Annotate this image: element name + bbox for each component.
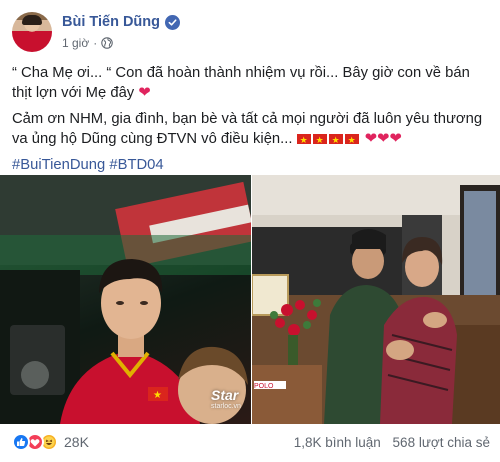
like-reaction-icon	[12, 433, 30, 451]
facebook-post: Bùi Tiến Dũng 1 giờ · “ Cha Mẹ ơi... “ C…	[0, 0, 500, 462]
name-row: Bùi Tiến Dũng	[62, 13, 181, 31]
post-footer: 28K 1,8K bình luận 568 lượt chia sẻ	[12, 429, 490, 455]
reaction-summary[interactable]: 28K	[12, 433, 89, 451]
post-text-line1: “ Cha Mẹ ơi... “ Con đã hoàn thành nhiệm…	[12, 65, 470, 101]
polo-banner-text: POLO	[254, 383, 274, 390]
meta-separator: ·	[93, 36, 98, 50]
watermark-subtext: starloc.vn	[211, 403, 241, 410]
heart-emoji-icon: ❤	[138, 84, 151, 101]
author-name[interactable]: Bùi Tiến Dũng	[62, 14, 160, 30]
post-text-line2: Cảm ơn NHM, gia đình, bạn bè và tất cả m…	[12, 111, 483, 147]
verified-badge-icon	[165, 14, 181, 30]
post-paragraph-1: “ Cha Mẹ ơi... “ Con đã hoàn thành nhiệm…	[12, 64, 490, 103]
flag-emoji-icon	[328, 131, 343, 150]
post-body: “ Cha Mẹ ơi... “ Con đã hoàn thành nhiệm…	[12, 64, 490, 176]
flag-emoji-icon	[296, 131, 311, 150]
post-timestamp[interactable]: 1 giờ	[62, 36, 89, 50]
svg-text:★: ★	[153, 390, 162, 401]
heart-emoji-icon: ❤	[377, 130, 390, 147]
flag-emoji-icon	[344, 131, 359, 150]
engagement-stats: 1,8K bình luận 568 lượt chia sẻ	[286, 435, 490, 450]
heart-emoji-icon: ❤	[364, 130, 378, 147]
share-count[interactable]: 568 lượt chia sẻ	[393, 435, 490, 450]
family-photo-illustration: POLO	[252, 175, 500, 424]
hashtag-link[interactable]: #BuiTienDung	[12, 157, 105, 173]
photo-watermark: Star starloc.vn	[211, 387, 241, 410]
hashtag-link[interactable]: #BTD04	[109, 157, 163, 173]
photo-with-mother[interactable]: POLO	[252, 175, 500, 424]
post-photos: ★ Star starloc.vn POLO	[0, 175, 500, 424]
post-paragraph-2: Cảm ơn NHM, gia đình, bạn bè và tất cả m…	[12, 110, 490, 150]
header-text: Bùi Tiến Dũng 1 giờ ·	[62, 13, 181, 50]
author-avatar[interactable]	[12, 12, 52, 52]
reaction-count[interactable]: 28K	[64, 434, 89, 450]
post-hashtags: #BuiTienDung #BTD04	[12, 156, 490, 176]
globe-icon[interactable]	[101, 37, 113, 49]
comment-count[interactable]: 1,8K bình luận	[294, 435, 381, 450]
flag-emoji-icon	[312, 131, 327, 150]
photo-player-portrait[interactable]: ★ Star starloc.vn	[0, 175, 251, 424]
post-meta: 1 giờ ·	[62, 36, 180, 50]
heart-emoji-icon: ❤	[389, 130, 402, 147]
watermark-text: Star	[211, 387, 239, 403]
post-header: Bùi Tiến Dũng 1 giờ ·	[12, 12, 181, 56]
